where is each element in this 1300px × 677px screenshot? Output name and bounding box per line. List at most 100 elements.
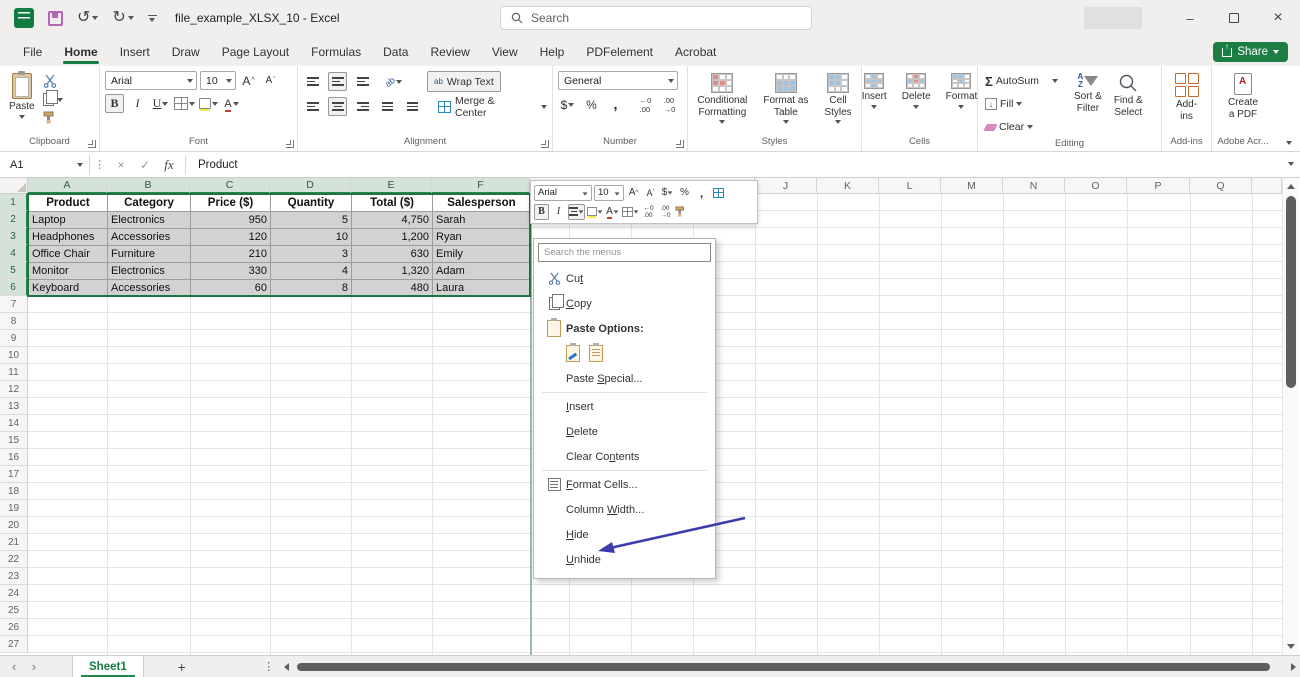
cell-E3[interactable]: 1,200 — [352, 229, 433, 246]
scroll-left-icon[interactable] — [284, 663, 289, 671]
tab-page-layout[interactable]: Page Layout — [211, 39, 300, 66]
horizontal-scroll-track[interactable] — [293, 662, 1286, 672]
mini-comma-button[interactable]: , — [694, 185, 709, 201]
bottom-align-button[interactable] — [353, 72, 372, 91]
maximize-button[interactable] — [1212, 0, 1256, 36]
next-sheet-button[interactable]: › — [20, 659, 48, 674]
align-right-button[interactable] — [353, 97, 372, 116]
cell-B1[interactable]: Category — [108, 195, 191, 212]
column-header-J[interactable]: J — [755, 178, 817, 194]
row-header-25[interactable]: 25 — [0, 602, 28, 619]
percent-style-button[interactable]: % — [582, 95, 601, 114]
cell-C5[interactable]: 330 — [191, 263, 271, 280]
cell-D6[interactable]: 8 — [271, 280, 352, 297]
mini-bold-button[interactable]: B — [534, 204, 549, 220]
cell-A4[interactable]: Office Chair — [29, 246, 108, 263]
borders-button[interactable] — [174, 94, 195, 113]
align-left-button[interactable] — [303, 97, 322, 116]
cell-F6[interactable]: Laura — [433, 280, 531, 297]
row-header-10[interactable]: 10 — [0, 347, 28, 364]
column-header-D[interactable]: D — [270, 178, 351, 194]
column-header-P[interactable]: P — [1127, 178, 1190, 194]
menu-search-input[interactable]: Search the menus — [538, 243, 711, 262]
new-sheet-button[interactable]: + — [162, 659, 202, 675]
minimize-button[interactable]: – — [1168, 0, 1212, 36]
row-header-24[interactable]: 24 — [0, 585, 28, 602]
row-header-2[interactable]: 2 — [0, 211, 28, 228]
menu-item-paste-options[interactable]: Paste Options: — [534, 316, 715, 341]
menu-item-format-cells[interactable]: Format Cells... — [534, 472, 715, 497]
row-header-23[interactable]: 23 — [0, 568, 28, 585]
decrease-indent-button[interactable] — [378, 97, 397, 116]
cell-A5[interactable]: Monitor — [29, 263, 108, 280]
column-header-K[interactable]: K — [817, 178, 879, 194]
menu-item-cut[interactable]: Cut — [534, 266, 715, 291]
mini-increase-decimal-button[interactable]: ←0.00 — [641, 204, 656, 220]
menu-item-insert[interactable]: Insert — [534, 394, 715, 419]
create-pdf-button[interactable]: Create a PDF — [1224, 71, 1262, 122]
accounting-format-button[interactable]: $ — [558, 95, 577, 114]
cell-A3[interactable]: Headphones — [29, 229, 108, 246]
orientation-button[interactable]: ab — [384, 72, 403, 91]
customize-qat-button[interactable] — [148, 15, 157, 22]
font-color-button[interactable]: A — [222, 94, 241, 113]
cell-F1[interactable]: Salesperson — [433, 195, 531, 212]
delete-cells-button[interactable]: Delete — [898, 71, 935, 111]
search-input[interactable]: Search — [500, 6, 812, 30]
cell-C6[interactable]: 60 — [191, 280, 271, 297]
mini-percent-button[interactable]: % — [677, 185, 692, 201]
collapse-ribbon-chevron-icon[interactable] — [1286, 141, 1292, 145]
cell-E2[interactable]: 4,750 — [352, 212, 433, 229]
center-button[interactable] — [328, 97, 347, 116]
cell-C2[interactable]: 950 — [191, 212, 271, 229]
mini-font-color-button[interactable]: A — [605, 204, 620, 220]
cell-styles-button[interactable]: Cell Styles — [820, 71, 855, 126]
increase-indent-button[interactable] — [403, 97, 422, 116]
cell-D3[interactable]: 10 — [271, 229, 352, 246]
name-box[interactable]: A1 — [2, 155, 90, 175]
row-header-26[interactable]: 26 — [0, 619, 28, 636]
decrease-decimal-button[interactable]: .00→0 — [660, 95, 679, 114]
column-header-F[interactable]: F — [432, 178, 530, 194]
tab-draw[interactable]: Draw — [161, 39, 211, 66]
mini-decrease-decimal-button[interactable]: .00→0 — [658, 204, 673, 220]
cell-A6[interactable]: Keyboard — [29, 280, 108, 297]
tab-review[interactable]: Review — [419, 39, 480, 66]
wrap-text-button[interactable]: ab Wrap Text — [427, 71, 501, 92]
underline-button[interactable]: U — [151, 94, 170, 113]
row-header-4[interactable]: 4 — [0, 245, 28, 262]
mini-font-size-select[interactable]: 10 — [594, 185, 624, 201]
row-header-14[interactable]: 14 — [0, 415, 28, 432]
mini-italic-button[interactable]: I — [551, 204, 566, 220]
row-header-17[interactable]: 17 — [0, 466, 28, 483]
chevron-down-icon[interactable] — [128, 16, 134, 20]
row-header-20[interactable]: 20 — [0, 517, 28, 534]
redo-button[interactable]: ↻ — [112, 10, 133, 26]
cell-C4[interactable]: 210 — [191, 246, 271, 263]
column-header-M[interactable]: M — [941, 178, 1003, 194]
cell-A2[interactable]: Laptop — [29, 212, 108, 229]
autosum-button[interactable]: ΣAutoSum — [983, 71, 1060, 91]
cell-C3[interactable]: 120 — [191, 229, 271, 246]
cell-E5[interactable]: 1,320 — [352, 263, 433, 280]
increase-font-button[interactable]: A^ — [239, 71, 258, 90]
font-size-select[interactable]: 10 — [200, 71, 236, 90]
row-header-6[interactable]: 6 — [0, 279, 28, 296]
format-painter-icon[interactable] — [43, 111, 57, 124]
merge-center-button[interactable]: Merge & Center — [438, 97, 547, 116]
select-all-corner[interactable] — [0, 178, 28, 194]
row-header-7[interactable]: 7 — [0, 296, 28, 313]
tab-home[interactable]: Home — [53, 39, 108, 66]
find-select-button[interactable]: Find & Select — [1110, 71, 1147, 120]
column-header-L[interactable]: L — [879, 178, 941, 194]
row-header-13[interactable]: 13 — [0, 398, 28, 415]
increase-decimal-button[interactable]: ←0.00 — [636, 95, 655, 114]
italic-button[interactable]: I — [128, 94, 147, 113]
tab-view[interactable]: View — [481, 39, 529, 66]
vertical-scroll-thumb[interactable] — [1286, 196, 1296, 388]
cell-D5[interactable]: 4 — [271, 263, 352, 280]
tab-file[interactable]: File — [12, 39, 53, 66]
row-header-12[interactable]: 12 — [0, 381, 28, 398]
scroll-down-icon[interactable] — [1287, 644, 1295, 649]
cell-B6[interactable]: Accessories — [108, 280, 191, 297]
